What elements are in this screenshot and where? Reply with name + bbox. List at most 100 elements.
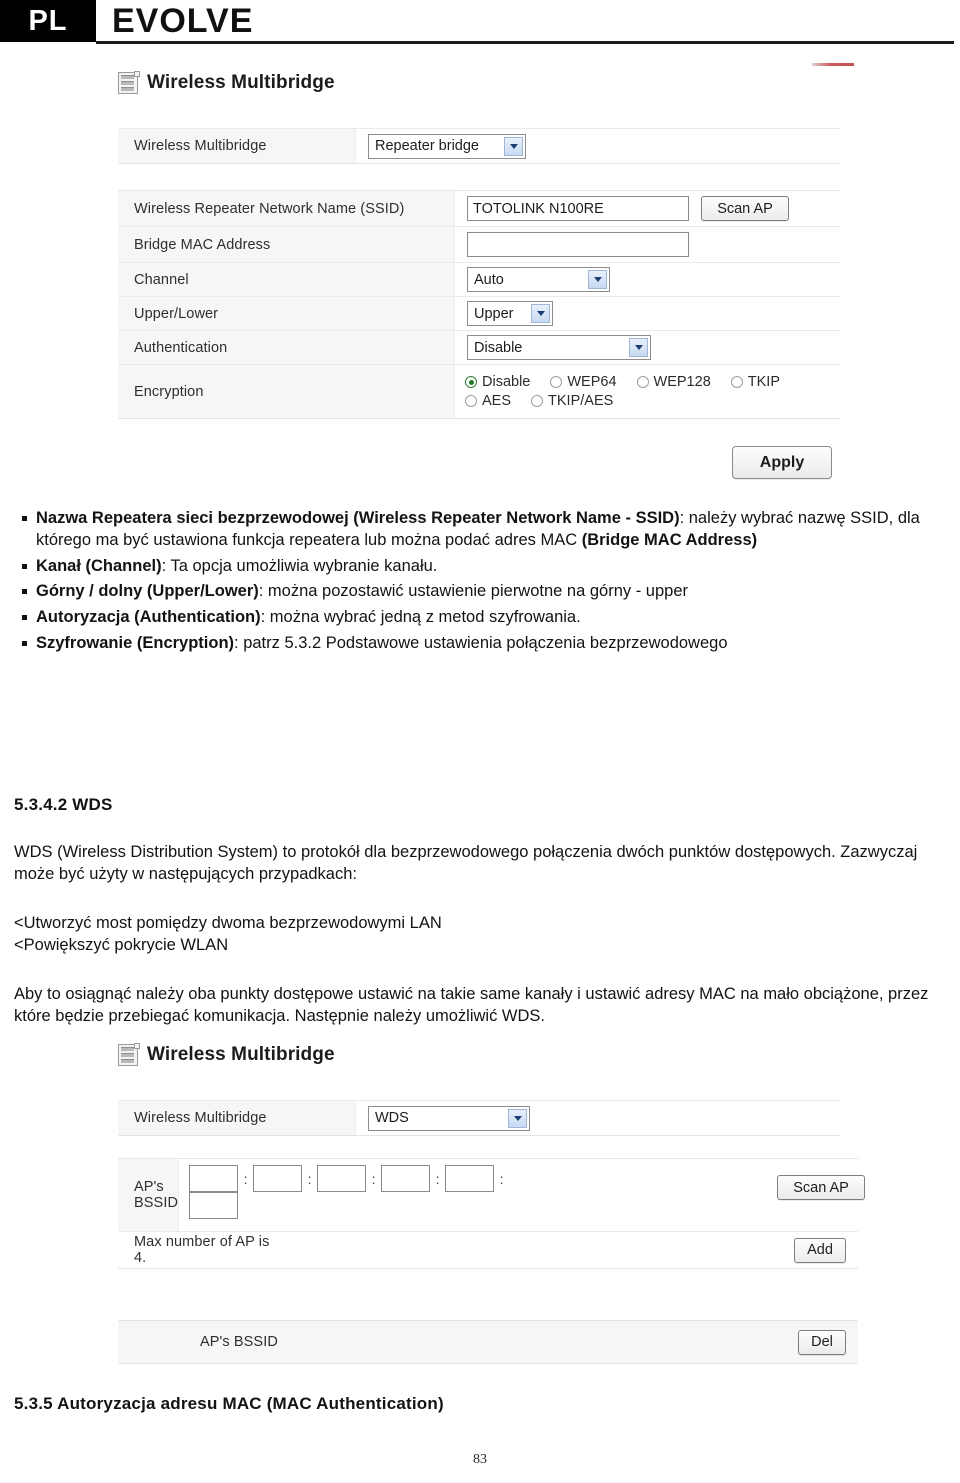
del-button[interactable]: Del [798,1329,846,1355]
row-encryption: Encryption Disable WEP64 WEP128 TKIP AES… [118,365,840,419]
scan-artifact-mark [812,63,854,66]
encryption-radio-line-1: Disable WEP64 WEP128 TKIP [465,374,780,390]
row-aps-bssid-field-cell: : : : : : Scan AP [179,1159,866,1231]
upper-lower-select[interactable]: Upper [467,301,553,326]
aps-bssid-list-label: AP's BSSID [200,1334,278,1350]
scan-ap-button-top[interactable]: Scan AP [701,196,789,221]
wds-paragraph-2: Aby to osiągnąć należy oba punkty dostęp… [14,984,929,1026]
wds-usecase-1: <Utworzyć most pomiędzy dwoma bezprzewod… [14,913,442,932]
authentication-select[interactable]: Disable [467,335,651,360]
bridge-mac-input[interactable] [467,232,689,257]
row-bridge-mac: Bridge MAC Address [118,227,840,263]
bssid-octet-5[interactable] [445,1165,495,1192]
row-bridge-mac-label-cell: Bridge MAC Address [118,227,455,262]
chevron-down-icon[interactable] [629,338,648,357]
row-upper-lower-label: Upper/Lower [134,305,219,322]
radio-dot-icon[interactable] [730,376,743,388]
list-item-encryption-term: Szyfrowanie (Encryption) [36,633,235,652]
language-badge: PL [0,0,96,42]
row-ssid-label: Wireless Repeater Network Name (SSID) [134,200,405,217]
bssid-octet-3[interactable] [317,1165,367,1192]
list-item-channel-term: Kanał (Channel) [36,556,162,575]
chevron-down-icon[interactable] [531,304,550,323]
radio-dot-icon[interactable] [465,395,477,407]
wireless-multibridge-mode-value: Repeater bridge [375,138,479,154]
wireless-multibridge-panel-wds: Wireless Multibridge [118,1043,335,1066]
panel1-title: Wireless Multibridge [147,72,335,93]
list-item-channel: Kanał (Channel): Ta opcja umożliwia wybr… [14,556,950,578]
server-list-icon [118,71,140,94]
list-item-authentication: Autoryzacja (Authentication): można wybr… [14,607,950,629]
radio-dot-icon[interactable] [550,376,563,388]
row-upper-lower-field-cell: Upper [455,297,840,330]
row-channel-label-cell: Channel [118,263,455,296]
panel2-mode-label-cell: Wireless Multibridge [118,1101,356,1135]
encryption-radio-line-2: AES TKIP/AES [465,393,780,409]
wireless-multibridge-mode-select[interactable]: Repeater bridge [368,133,526,159]
list-item-encryption-text: : patrz 5.3.2 Podstawowe ustawienia połą… [234,633,728,652]
encryption-option-tkip-aes[interactable]: TKIP/AES [531,393,613,409]
row-encryption-label-cell: Encryption [118,365,455,418]
row-bridge-mac-label: Bridge MAC Address [134,236,271,253]
header-divider [96,41,954,44]
max-ap-note-cell: Max number of AP is 4. [118,1232,281,1268]
row-bridge-mac-field-cell [455,227,840,262]
ssid-input[interactable]: TOTOLINK N100RE [467,196,689,221]
scan-ap-button-wds[interactable]: Scan AP [777,1175,866,1200]
mac-separator: : [307,1170,312,1187]
list-item-ssid-term: Nazwa Repeatera sieci bezprzewodowej (Wi… [36,509,680,527]
radio-dot-icon[interactable] [465,376,477,388]
chevron-down-icon[interactable] [504,136,523,156]
row-aps-bssid-label-cell: AP's BSSID [118,1159,180,1231]
page-number: 83 [473,1452,487,1467]
panel2-mode-section: Wireless Multibridge WDS [118,1100,840,1136]
panel1-mode-section: Wireless Multibridge Repeater bridge [118,128,840,164]
chevron-down-icon[interactable] [508,1108,527,1128]
bssid-mac-input-group: : : : : : [189,1159,519,1225]
document-page: PL EVOLVE Wireless Multibridge Wireless … [0,0,960,1483]
list-item-upper-lower-term: Górny / dolny (Upper/Lower) [36,582,259,601]
list-item-ssid-term2: (Bridge MAC Address) [581,530,758,549]
row-ssid-label-cell: Wireless Repeater Network Name (SSID) [118,191,455,226]
wds-mode-select[interactable]: WDS [368,1105,530,1131]
panel2-title: Wireless Multibridge [147,1044,335,1065]
row-channel: Channel Auto [118,263,840,297]
list-item-authentication-text: : można wybrać jedną z metod szyfrowania… [260,608,581,627]
wds-mode-value: WDS [375,1110,409,1126]
apply-button[interactable]: Apply [732,446,832,479]
panel1-actions: Apply [732,446,832,479]
encryption-option-disable[interactable]: Disable [465,374,530,390]
encryption-option-aes[interactable]: AES [465,393,511,409]
chevron-down-icon[interactable] [588,270,607,289]
encryption-option-tkip-aes-label: TKIP/AES [548,393,614,409]
wireless-multibridge-panel-repeater: Wireless Multibridge [118,71,335,94]
row-max-ap-note: Max number of AP is 4. Add [118,1232,858,1269]
row-aps-bssid-entry: AP's BSSID : : : : : Scan AP [118,1158,866,1232]
upper-lower-value: Upper [474,305,514,322]
row-ssid: Wireless Repeater Network Name (SSID) TO… [118,190,840,227]
mac-separator: : [243,1170,248,1187]
list-item-ssid: Nazwa Repeatera sieci bezprzewodowej (Wi… [14,508,950,552]
encryption-option-disable-label: Disable [482,374,531,390]
row-channel-field-cell: Auto [455,263,840,296]
bssid-octet-4[interactable] [381,1165,431,1192]
channel-select[interactable]: Auto [467,267,610,292]
add-button[interactable]: Add [794,1237,846,1263]
bssid-octet-2[interactable] [253,1165,303,1192]
aps-bssid-label: AP's BSSID [134,1179,179,1211]
encryption-option-tkip[interactable]: TKIP [730,374,780,390]
bullet-list-section: Nazwa Repeatera sieci bezprzewodowej (Wi… [14,508,950,659]
radio-dot-icon[interactable] [531,395,544,407]
settings-description-list: Nazwa Repeatera sieci bezprzewodowej (Wi… [14,508,950,655]
row-ssid-field-cell: TOTOLINK N100RE Scan AP [455,191,840,226]
max-ap-note: Max number of AP is 4. [134,1234,270,1266]
encryption-option-wep64[interactable]: WEP64 [550,374,617,390]
bssid-octet-6[interactable] [189,1192,239,1219]
radio-dot-icon[interactable] [636,376,649,388]
document-header: PL EVOLVE [0,0,960,46]
mac-separator: : [435,1170,440,1187]
bssid-octet-1[interactable] [189,1165,239,1192]
panel1-mode-label: Wireless Multibridge [134,138,267,154]
encryption-option-wep128[interactable]: WEP128 [636,374,711,390]
server-list-icon [118,1043,140,1066]
